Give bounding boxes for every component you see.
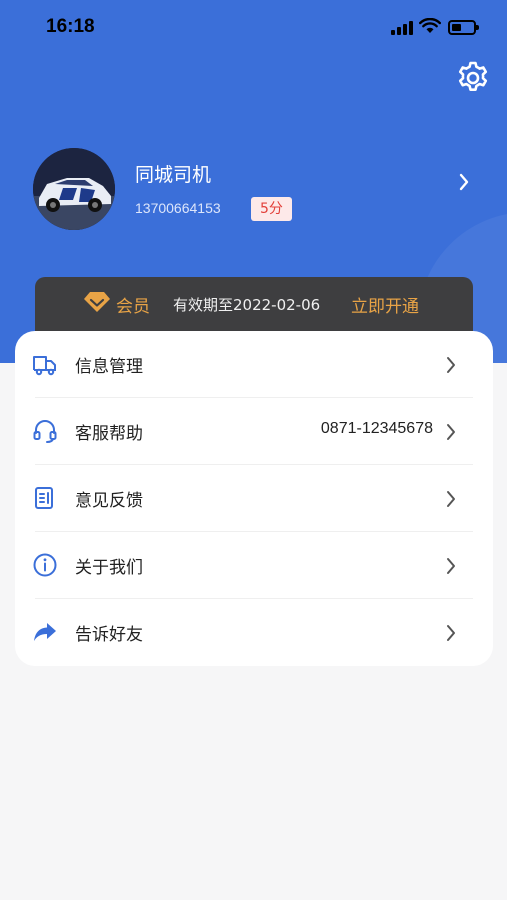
status-bar: 16:18 <box>0 0 507 56</box>
menu-item-label: 告诉好友 <box>75 625 143 645</box>
chevron-right-icon <box>447 625 455 641</box>
info-icon <box>33 553 57 577</box>
feedback-icon <box>35 487 53 509</box>
vip-membership-bar: 会员 有效期至2022-02-06 立即开通 <box>35 277 473 337</box>
headset-icon <box>33 420 57 443</box>
status-time: 16:18 <box>46 16 95 37</box>
customer-service-phone: 0871-12345678 <box>320 420 433 437</box>
avatar-car-image <box>33 148 115 230</box>
menu-item-about-us[interactable]: 关于我们 <box>15 532 493 599</box>
gear-icon[interactable] <box>455 60 491 96</box>
battery-icon <box>448 20 479 35</box>
score-badge: 5分 <box>251 197 292 221</box>
vip-label: 会员 <box>116 297 150 317</box>
chevron-right-icon <box>459 173 469 191</box>
chevron-right-icon <box>447 424 455 440</box>
chevron-right-icon <box>447 558 455 574</box>
cellular-signal-icon <box>391 21 413 35</box>
menu-item-label: 意见反馈 <box>75 491 143 511</box>
diamond-icon <box>84 292 110 312</box>
menu-item-label: 客服帮助 <box>75 424 143 444</box>
menu-item-customer-service[interactable]: 客服帮助 0871-12345678 <box>15 398 493 465</box>
user-phone: 13700664153 <box>135 200 221 216</box>
menu-item-label: 信息管理 <box>75 357 143 377</box>
vip-expiry-text: 有效期至2022-02-06 <box>173 296 321 314</box>
chevron-right-icon <box>447 491 455 507</box>
chevron-right-icon <box>447 357 455 373</box>
user-name: 同城司机 <box>135 164 212 186</box>
menu-item-feedback[interactable]: 意见反馈 <box>15 465 493 532</box>
vip-open-button[interactable]: 立即开通 <box>351 292 419 317</box>
truck-icon <box>33 356 56 376</box>
menu-item-tell-friends[interactable]: 告诉好友 <box>15 599 493 666</box>
share-icon <box>34 623 56 641</box>
avatar <box>33 148 115 230</box>
wifi-icon <box>419 18 441 33</box>
menu-card: 信息管理 客服帮助 0871-12345678 意见反馈 关于我们 告诉好友 <box>15 331 493 666</box>
menu-item-label: 关于我们 <box>75 558 143 578</box>
menu-item-info-management[interactable]: 信息管理 <box>15 331 493 398</box>
profile-card[interactable]: 同城司机 13700664153 5分 <box>33 148 483 230</box>
